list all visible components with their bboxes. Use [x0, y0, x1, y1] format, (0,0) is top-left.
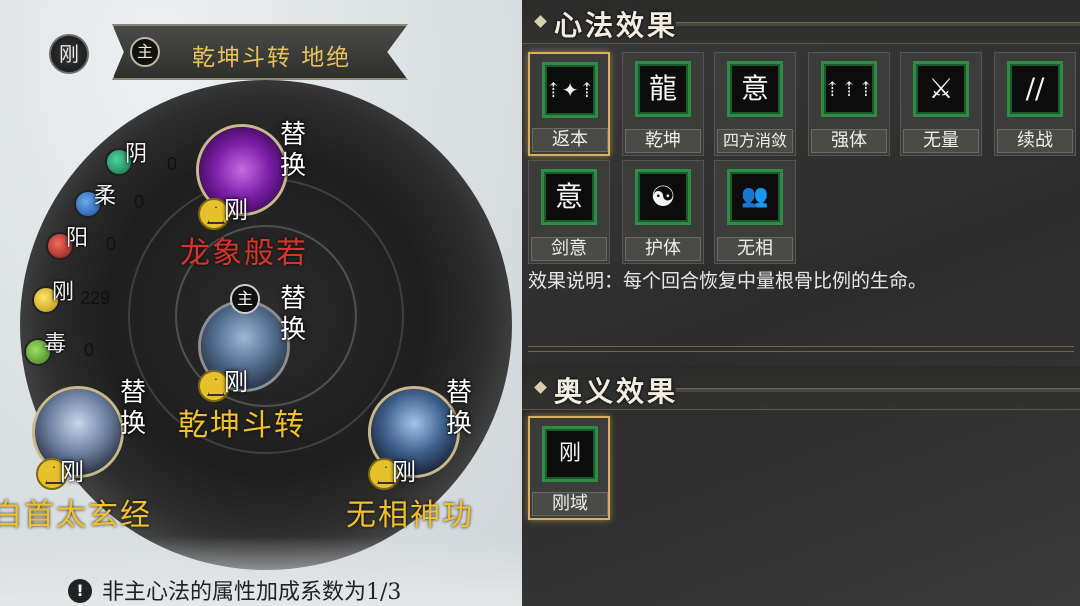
effect-card-sifang[interactable]: 意 四方消敛 [714, 52, 796, 156]
footer-note: 非主心法的属性加成系数为1/3 [102, 580, 402, 605]
section-divider [528, 346, 1074, 352]
skill-name-center: 乾坤斗转 [178, 408, 306, 443]
swap-button-right[interactable]: 替换 [446, 378, 476, 440]
effect-card-xuzhan[interactable]: // 续战 [994, 52, 1076, 156]
effect-card-qiangti[interactable]: ⇡⇡⇡ 强体 [808, 52, 890, 156]
attr-gang: 刚 229 [32, 280, 110, 314]
card-glyph: ⇡✦⇡ [545, 78, 596, 102]
diamond-icon [534, 381, 547, 394]
effect-card-huti[interactable]: ☯ 护体 [622, 160, 704, 264]
swap-button-center[interactable]: 替换 [280, 284, 310, 346]
attr-yin: 阴 0 [105, 142, 177, 176]
card-glyph: 意 [740, 72, 769, 105]
effect-card-fanben[interactable]: ⇡✦⇡ 返本 [528, 52, 610, 156]
xinfa-wheel-panel: 刚 主 乾坤斗转 地绝 阴 0 柔 0 阳 0 刚 229 毒 0 替换 刚 龙… [0, 0, 522, 606]
gang-type-icon: 刚 [49, 34, 89, 74]
skill-name-right: 无相神功 [346, 498, 474, 533]
gang-burst-icon: 刚 [542, 426, 598, 482]
section-title: 心法效果 [554, 9, 679, 42]
header-rule [676, 22, 1080, 26]
attr-label: 毒 [44, 332, 67, 357]
attr-value: 0 [167, 154, 178, 174]
skill-name-left: 白首太玄经 [0, 498, 152, 533]
attr-du: 毒 0 [24, 332, 94, 366]
card-glyph: 龍 [648, 72, 677, 105]
card-glyph: 刚 [558, 441, 581, 466]
gang-label: 刚 [60, 458, 84, 486]
card-label: 无相 [717, 237, 793, 261]
swap-button-top[interactable]: 替换 [280, 120, 310, 182]
skill-name-top: 龙象般若 [180, 236, 308, 271]
attr-rou: 柔 0 [74, 184, 144, 218]
card-label: 护体 [625, 237, 701, 261]
gang-label: 刚 [224, 368, 248, 396]
yi-sword-icon: 意 [541, 169, 597, 225]
dragon-icon: 龍 [635, 61, 691, 117]
main-xinfa-title: 乾坤斗转 地绝 [192, 45, 352, 71]
card-label: 四方消敛 [717, 129, 793, 153]
card-glyph: 👥 [741, 184, 769, 209]
swap-button-left[interactable]: 替换 [120, 378, 150, 440]
attr-label: 刚 [52, 280, 75, 305]
gang-label: 刚 [392, 458, 416, 486]
card-glyph: ⚔ [928, 72, 954, 105]
zhu-badge: 主 [130, 37, 160, 67]
attr-value: 0 [134, 192, 145, 212]
attr-label: 阳 [66, 226, 89, 251]
two-figures-icon: 👥 [727, 169, 783, 225]
info-icon: ! [68, 579, 92, 603]
effect-card-wuliang[interactable]: ⚔ 无量 [900, 52, 982, 156]
header-rule [676, 388, 1080, 392]
card-label: 强体 [811, 129, 887, 153]
effect-card-gangyu[interactable]: 刚 刚域 [528, 416, 610, 520]
card-glyph: ☯ [650, 180, 676, 213]
diamond-icon [534, 15, 547, 28]
aoyi-effects-header: 奥义效果 [522, 366, 1080, 410]
attr-value: 229 [80, 288, 111, 308]
attr-value: 0 [106, 234, 117, 254]
figure-arrows-icon: ⇡✦⇡ [542, 62, 598, 118]
card-glyph: // [1025, 72, 1045, 105]
card-glyph: 意 [554, 180, 583, 213]
card-label: 剑意 [531, 237, 607, 261]
card-label: 续战 [997, 129, 1073, 153]
effect-card-jianyi[interactable]: 意 剑意 [528, 160, 610, 264]
blade-burst-icon: ⚔ [913, 61, 969, 117]
card-label: 刚域 [532, 492, 608, 516]
figure-up-arrows-icon: ⇡⇡⇡ [821, 61, 877, 117]
attr-value: 0 [84, 340, 95, 360]
zhu-badge-center: 主 [230, 284, 260, 314]
yi-glyph-icon: 意 [727, 61, 783, 117]
card-label: 乾坤 [625, 129, 701, 153]
card-label: 返本 [532, 128, 608, 152]
attr-yang: 阳 0 [46, 226, 116, 260]
effect-description: 效果说明：每个回合恢复中量根骨比例的生命。 [528, 270, 928, 292]
attr-label: 柔 [94, 184, 117, 209]
meditation-icon: ☯ [635, 169, 691, 225]
effect-card-wuxiang[interactable]: 👥 无相 [714, 160, 796, 264]
section-title: 奥义效果 [554, 375, 679, 408]
effect-card-qiankun[interactable]: 龍 乾坤 [622, 52, 704, 156]
xinfa-effects-header: 心法效果 [522, 0, 1080, 44]
attr-label: 阴 [125, 142, 148, 167]
card-label: 无量 [903, 129, 979, 153]
card-glyph: ⇡⇡⇡ [824, 77, 875, 101]
gang-label: 刚 [224, 196, 248, 224]
twin-swords-icon: // [1007, 61, 1063, 117]
